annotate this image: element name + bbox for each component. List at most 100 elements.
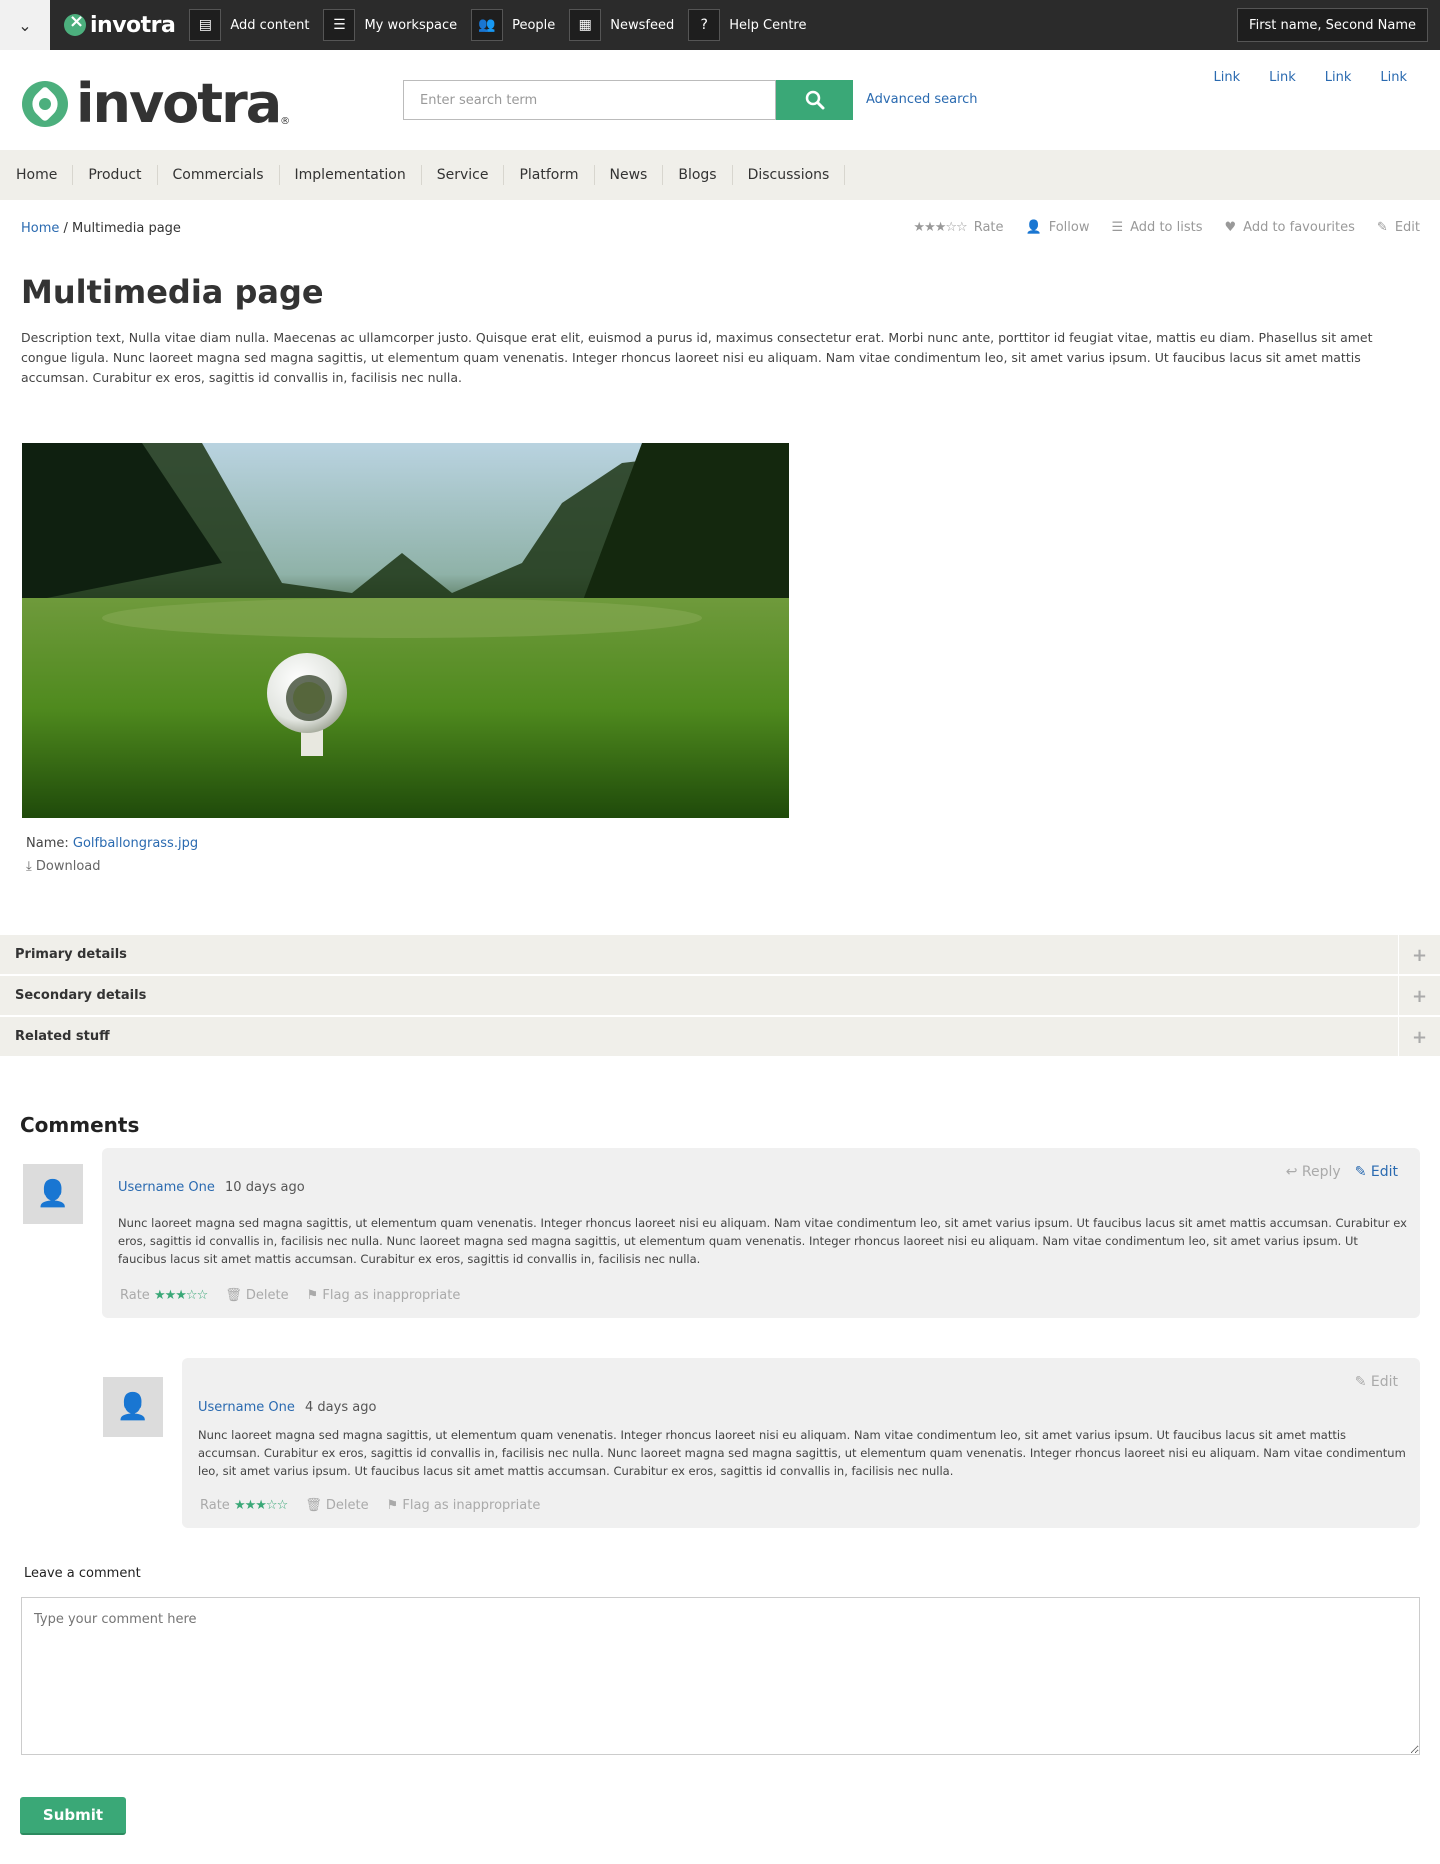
delete-button[interactable]: 🗑 Delete [305,1498,368,1513]
reply-button[interactable]: ↩ Reply [1286,1164,1341,1180]
edit-comment-button[interactable]: ✎ Edit [1355,1374,1398,1390]
add-content-button[interactable]: ▤ Add content [189,0,309,50]
avatar[interactable]: 👤 [103,1377,163,1437]
edit-label: Edit [1394,220,1420,235]
rate-action[interactable]: ★★★☆☆ Rate [913,220,1003,235]
main-nav: Home Product Commercials Implementation … [0,150,1440,200]
flag-button[interactable]: ⚑ Flag as inappropriate [307,1288,461,1303]
download-link[interactable]: ⤓ Download [26,859,101,874]
header-link-1[interactable]: Link [1214,70,1241,85]
rate-control[interactable]: Rate ★★★☆☆ [200,1498,288,1513]
site-logo[interactable]: invotra ® [22,72,290,135]
avatar[interactable]: 👤 [23,1164,83,1224]
plus-icon[interactable]: + [1398,935,1440,975]
file-name: Name: Golfballongrass.jpg [26,836,198,851]
registered-icon: ® [280,116,291,127]
delete-button[interactable]: 🗑 Delete [225,1288,288,1303]
newsfeed-button[interactable]: ▦ Newsfeed [569,0,674,50]
accordion-label: Related stuff [15,1029,110,1044]
accordion-related-stuff[interactable]: Related stuff + [0,1017,1440,1057]
plus-icon[interactable]: + [1398,976,1440,1016]
comment-author-link[interactable]: Username One [198,1400,295,1415]
delete-label: Delete [325,1498,369,1513]
rating-stars-icon: ★★★☆☆ [913,220,967,235]
nav-item-home[interactable]: Home [16,165,74,185]
search-button[interactable] [776,80,853,120]
download-icon: ⤓ [26,859,32,874]
my-workspace-label: My workspace [364,17,458,33]
rate-label: Rate [973,220,1004,235]
nav-item-discussions[interactable]: Discussions [733,165,846,185]
people-label: People [512,17,556,33]
list-icon: ☰ [323,9,356,41]
edit-action[interactable]: ✎ Edit [1377,220,1420,235]
trash-icon: 🗑 [225,1288,242,1303]
leave-comment-label: Leave a comment [24,1566,141,1581]
add-content-label: Add content [230,17,310,33]
flag-button[interactable]: ⚑ Flag as inappropriate [387,1498,541,1513]
breadcrumb-current: / Multimedia page [63,221,181,236]
accordion-label: Secondary details [15,988,147,1003]
nav-item-commercials[interactable]: Commercials [158,165,280,185]
add-to-lists-action[interactable]: ☰ Add to lists [1111,220,1202,235]
comment-body: Nunc laoreet magna sed magna sagittis, u… [118,1216,1407,1266]
nav-item-service[interactable]: Service [422,165,505,185]
plus-icon[interactable]: + [1398,1017,1440,1057]
advanced-search-link[interactable]: Advanced search [866,92,978,107]
comment-textarea[interactable] [21,1597,1420,1755]
comment-header: Username One 10 days ago [118,1180,305,1195]
page-actions: ★★★☆☆ Rate 👤 Follow ☰ Add to lists ♥ Add… [913,220,1420,235]
rate-label: Rate [120,1288,150,1303]
accordion-primary-details[interactable]: Primary details + [0,935,1440,975]
breadcrumb: Home / Multimedia page [21,221,181,236]
pencil-icon: ✎ [1354,1164,1367,1180]
nav-item-news[interactable]: News [595,165,664,185]
accordion-secondary-details[interactable]: Secondary details + [0,976,1440,1016]
submit-button[interactable]: Submit [20,1797,126,1835]
file-link[interactable]: Golfballongrass.jpg [73,836,198,851]
nav-item-implementation[interactable]: Implementation [280,165,422,185]
toolbar-logo[interactable]: invotra [64,11,176,38]
add-to-favourites-action[interactable]: ♥ Add to favourites [1225,220,1355,235]
breadcrumb-home-link[interactable]: Home [21,221,59,236]
admin-toolbar: ⌄ invotra ▤ Add content ☰ My workspace 👥… [0,0,1440,50]
logo-mark-icon [22,80,68,127]
header-link-4[interactable]: Link [1380,70,1407,85]
golf-ball-image[interactable] [22,443,789,818]
comment-tools: ✎ Edit [1355,1374,1398,1390]
nav-item-blogs[interactable]: Blogs [663,165,733,185]
edit-comment-button[interactable]: ✎ Edit [1355,1164,1398,1180]
search-icon [805,90,824,110]
search-input[interactable] [403,80,776,120]
chevron-down-icon[interactable]: ⌄ [0,0,50,50]
flag-label: Flag as inappropriate [322,1288,461,1303]
newsfeed-label: Newsfeed [610,17,675,33]
my-workspace-button[interactable]: ☰ My workspace [323,0,457,50]
header-link-2[interactable]: Link [1269,70,1296,85]
newspaper-icon: ▦ [569,9,602,41]
rating-stars-icon: ★★★☆☆ [153,1288,208,1303]
rating-stars-icon: ★★★☆☆ [233,1498,288,1513]
nav-item-platform[interactable]: Platform [504,165,595,185]
file-name-label: Name: [26,836,69,851]
help-centre-button[interactable]: ? Help Centre [688,0,807,50]
follow-label: Follow [1048,220,1090,235]
comment-author-link[interactable]: Username One [118,1180,215,1195]
page-description: Description text, Nulla vitae diam nulla… [21,330,1373,385]
rate-control[interactable]: Rate ★★★☆☆ [120,1288,208,1303]
comment-tools: ↩ Reply ✎ Edit [1286,1164,1398,1180]
rate-label: Rate [200,1498,230,1513]
edit-label: Edit [1370,1164,1398,1180]
follow-action[interactable]: 👤 Follow [1026,220,1090,235]
header-link-3[interactable]: Link [1325,70,1352,85]
help-centre-label: Help Centre [729,17,807,33]
comment-time: 10 days ago [225,1180,305,1195]
comment-header: Username One 4 days ago [198,1400,376,1415]
comment-body: Nunc laoreet magna sed magna sagittis, u… [198,1428,1406,1478]
people-button[interactable]: 👥 People [471,0,555,50]
nav-item-product[interactable]: Product [73,165,158,185]
comment-footer: Rate ★★★☆☆ 🗑 Delete ⚑ Flag as inappropri… [200,1498,540,1513]
user-menu-button[interactable]: First name, Second Name [1237,8,1428,42]
search-form [403,80,853,120]
trash-icon: 🗑 [305,1498,322,1513]
